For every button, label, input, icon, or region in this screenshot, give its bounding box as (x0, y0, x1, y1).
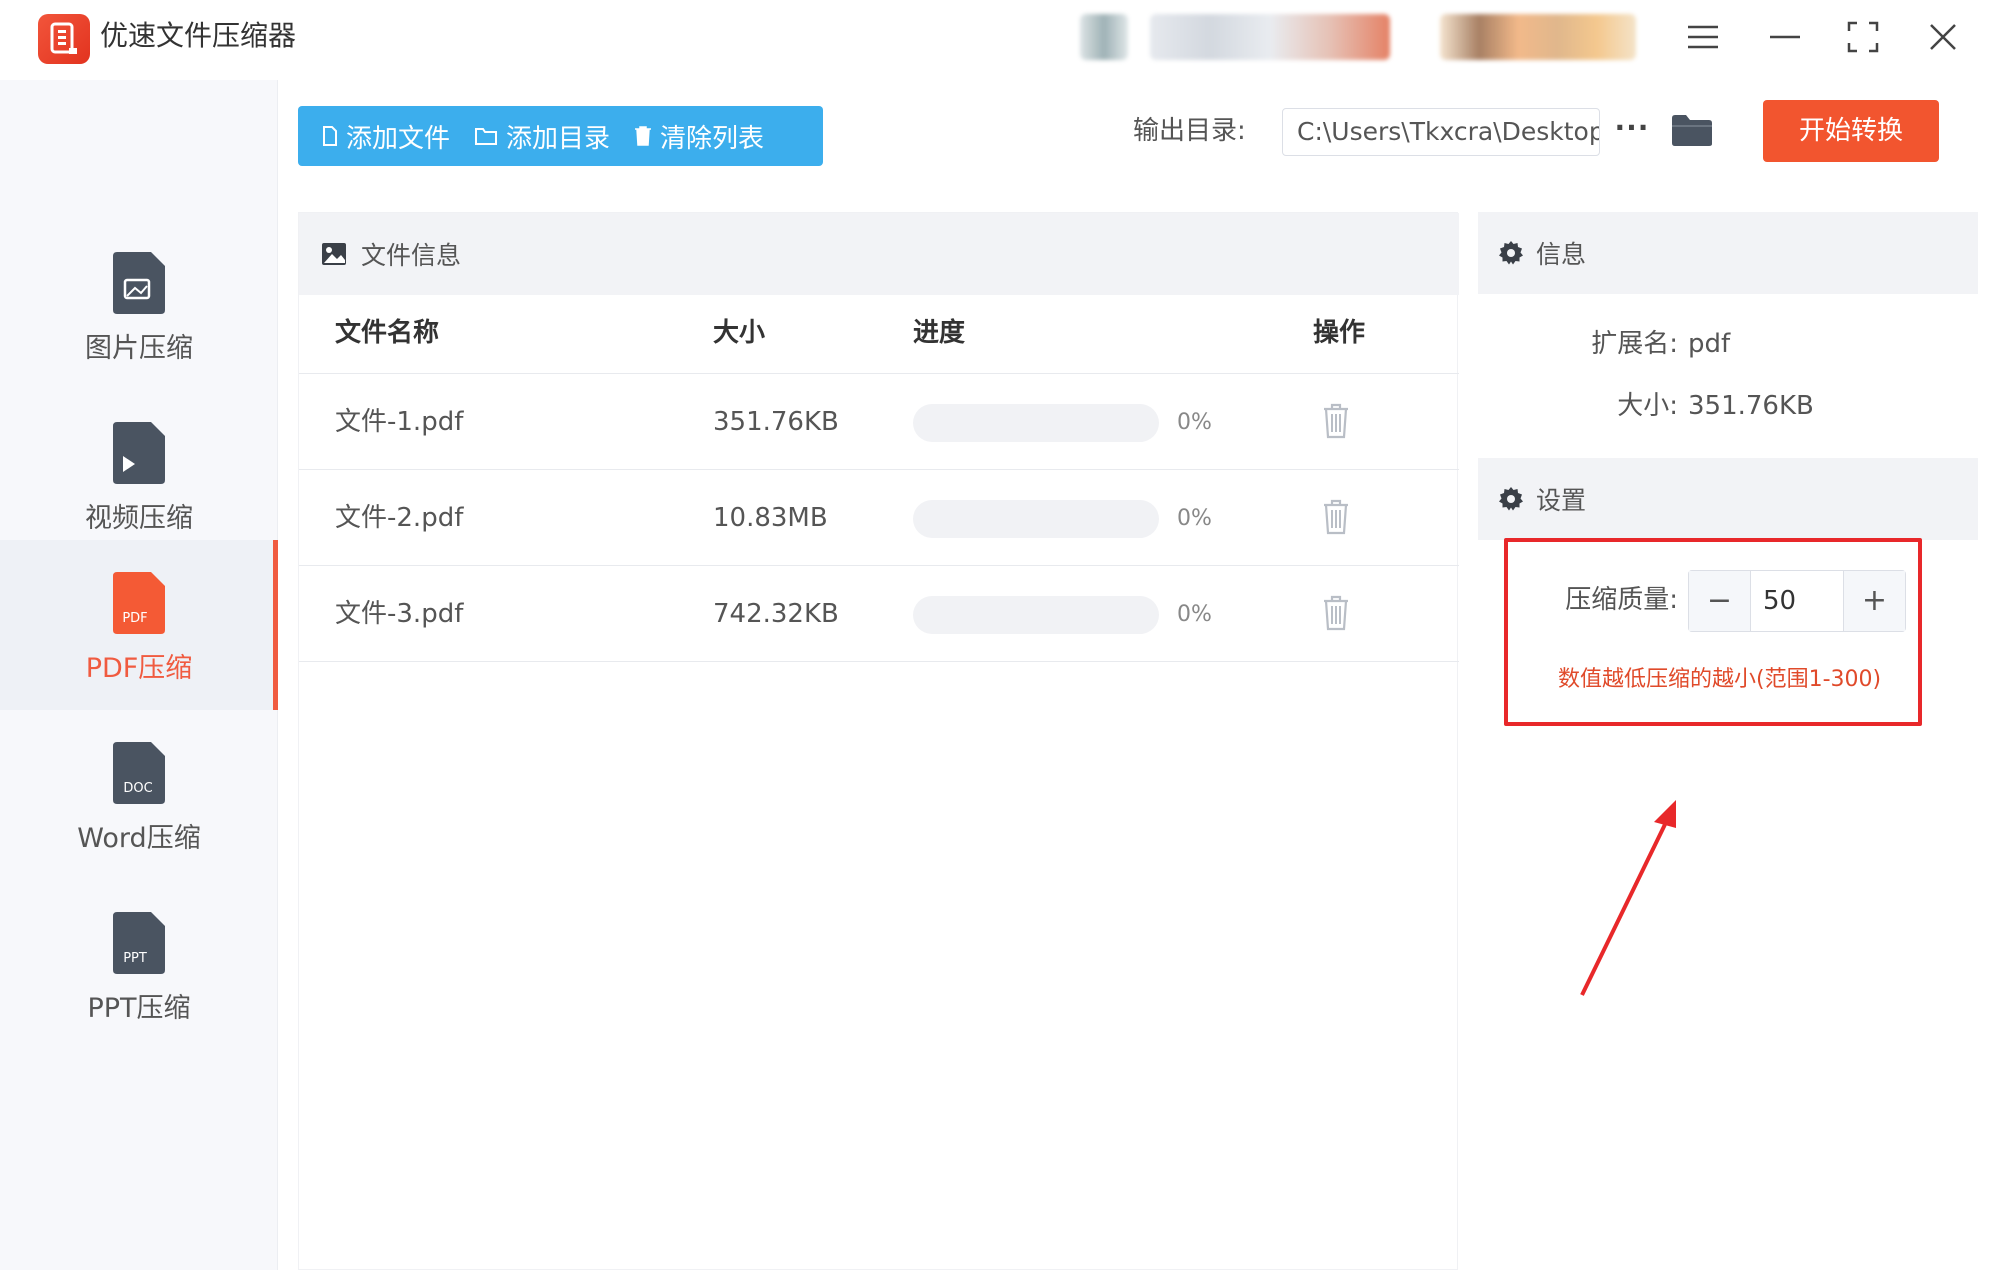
ext-label: 扩展名: (1591, 329, 1678, 359)
open-folder-button[interactable] (1670, 112, 1714, 152)
minimize-button[interactable] (1760, 12, 1810, 62)
sidebar-item-word[interactable]: DOC Word压缩 (0, 710, 278, 880)
column-header-size: 大小 (713, 318, 766, 348)
ppt-badge: PPT (123, 951, 147, 966)
menu-icon (1688, 25, 1718, 49)
ppt-file-icon: PPT (109, 910, 169, 976)
clear-list-label: 清除列表 (660, 123, 765, 154)
trash-icon (1324, 499, 1348, 535)
file-size: 351.76KB (713, 407, 839, 437)
column-header-name: 文件名称 (335, 318, 440, 348)
trash-icon (1324, 403, 1348, 439)
doc-badge: DOC (123, 781, 152, 796)
clear-list-button[interactable]: 清除列表 (610, 106, 764, 166)
close-icon (1930, 24, 1956, 50)
sidebar-item-label: 图片压缩 (85, 333, 193, 364)
add-file-button[interactable]: 添加文件 (298, 106, 450, 166)
info-panel-header: 信息 (1478, 212, 1978, 294)
sidebar-item-label: PPT压缩 (87, 993, 191, 1024)
app-title: 优速文件压缩器 (100, 19, 297, 52)
output-dir-input[interactable]: C:\Users\Tkxcra\Desktop (1282, 108, 1600, 156)
sidebar-item-label: 视频压缩 (85, 503, 193, 534)
file-name: 文件-1.pdf (335, 407, 464, 437)
ext-value: pdf (1688, 329, 1731, 359)
file-size: 742.32KB (713, 599, 839, 629)
image-file-icon (109, 250, 169, 316)
file-toolbar: 添加文件 添加目录 清除列表 (298, 106, 823, 166)
gear-icon (1499, 241, 1523, 265)
file-list-panel: 文件信息 文件名称 大小 进度 操作 文件-1.pdf 351.76KB 0% … (298, 212, 1459, 1270)
file-panel-header: 文件信息 (299, 213, 1459, 295)
quality-increase-button[interactable]: + (1843, 571, 1905, 631)
add-folder-label: 添加目录 (506, 123, 611, 154)
settings-panel-title: 设置 (1536, 486, 1587, 515)
menu-button[interactable] (1678, 12, 1728, 62)
blurred-user-avatar (1440, 14, 1636, 60)
file-panel-title: 文件信息 (361, 241, 462, 270)
progress-bar (913, 596, 1159, 634)
table-divider (299, 661, 1459, 662)
info-panel-title: 信息 (1536, 240, 1587, 269)
folder-icon (1672, 115, 1712, 146)
fullscreen-button[interactable] (1838, 12, 1888, 62)
sidebar-item-label: PDF压缩 (85, 653, 193, 684)
add-folder-button[interactable]: 添加目录 (450, 106, 610, 166)
add-file-label: 添加文件 (346, 123, 451, 154)
sidebar-item-image[interactable]: 图片压缩 (0, 220, 278, 390)
trash-icon (1324, 595, 1348, 631)
doc-file-icon: DOC (109, 740, 169, 806)
progress-bar (913, 500, 1159, 538)
fullscreen-icon (1847, 21, 1879, 53)
file-icon (323, 126, 337, 146)
app-logo-icon (38, 14, 90, 64)
video-file-icon (109, 420, 169, 486)
sidebar-item-video[interactable]: 视频压缩 (0, 390, 278, 560)
blurred-toolbar-item (1150, 14, 1390, 60)
right-panel: 信息 扩展名: pdf 大小: 351.76KB 设置 压缩质量: − + 数值… (1478, 212, 1978, 1270)
close-button[interactable] (1918, 12, 1968, 62)
more-options-button[interactable]: ··· (1612, 108, 1652, 156)
quality-label: 压缩质量: (1565, 585, 1678, 615)
size-value: 351.76KB (1688, 391, 1814, 421)
file-size: 10.83MB (713, 503, 828, 533)
sidebar: 图片压缩 视频压缩 PDF PDF压缩 DOC Word压缩 PPT PPT压缩 (0, 80, 278, 1270)
image-icon (322, 243, 346, 265)
output-dir-label: 输出目录: (1133, 116, 1246, 146)
quality-input[interactable] (1751, 571, 1843, 631)
table-row[interactable]: 文件-3.pdf 742.32KB 0% (299, 565, 1459, 661)
progress-text: 0% (1177, 602, 1212, 627)
sidebar-item-ppt[interactable]: PPT PPT压缩 (0, 880, 278, 1050)
blurred-toolbar-item (1080, 14, 1128, 60)
pdf-file-icon: PDF (109, 570, 169, 636)
delete-row-button[interactable] (1321, 498, 1351, 536)
file-name: 文件-2.pdf (335, 503, 464, 533)
delete-row-button[interactable] (1321, 594, 1351, 632)
gear-icon (1499, 487, 1523, 511)
size-label: 大小: (1617, 391, 1678, 421)
quality-stepper: − + (1688, 570, 1906, 632)
quality-hint: 数值越低压缩的越小(范围1-300) (1558, 667, 1882, 692)
minimize-icon (1770, 35, 1800, 39)
file-name: 文件-3.pdf (335, 599, 464, 629)
table-row[interactable]: 文件-2.pdf 10.83MB 0% (299, 469, 1459, 565)
column-header-progress: 进度 (913, 318, 966, 348)
trash-icon (635, 126, 652, 146)
start-convert-button[interactable]: 开始转换 (1763, 100, 1939, 162)
highlight-box (1504, 538, 1922, 726)
folder-outline-icon (475, 128, 498, 145)
column-header-action: 操作 (1313, 318, 1366, 348)
progress-bar (913, 404, 1159, 442)
quality-decrease-button[interactable]: − (1689, 571, 1751, 631)
delete-row-button[interactable] (1321, 402, 1351, 440)
progress-text: 0% (1177, 506, 1212, 531)
settings-panel-header: 设置 (1478, 458, 1978, 540)
progress-text: 0% (1177, 410, 1212, 435)
pdf-badge: PDF (122, 611, 147, 626)
title-bar: 优速文件压缩器 (0, 0, 2000, 80)
sidebar-item-label: Word压缩 (77, 823, 201, 854)
table-row[interactable]: 文件-1.pdf 351.76KB 0% (299, 373, 1459, 469)
sidebar-item-pdf[interactable]: PDF PDF压缩 (0, 540, 278, 710)
annotation-arrow (1580, 800, 1676, 996)
